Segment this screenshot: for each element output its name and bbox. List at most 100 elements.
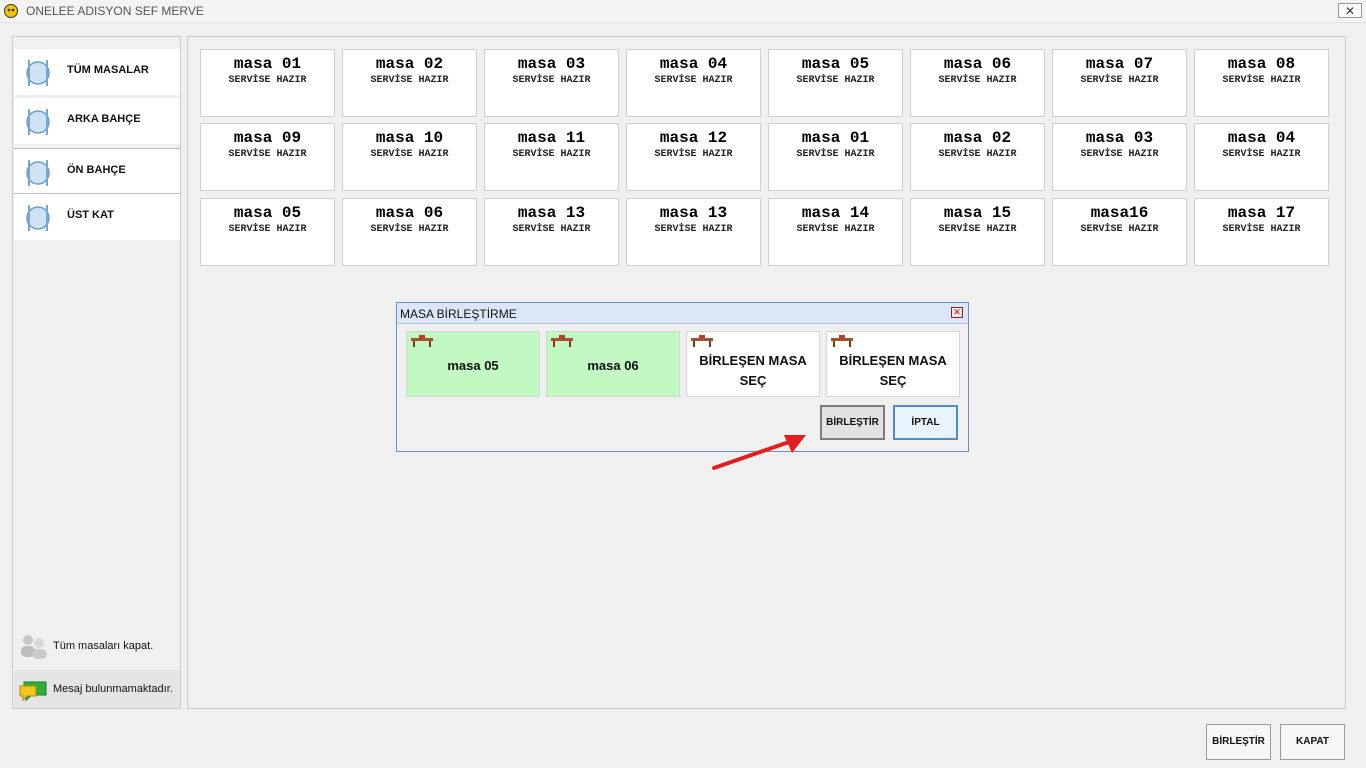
sidebar-item-label: ARKA BAHÇE (67, 113, 141, 125)
table-card[interactable]: masa 17 SERVİSE HAZIR (1194, 198, 1329, 266)
table-status: SERVİSE HAZIR (654, 224, 733, 235)
sidebar-item-arka-bahce[interactable]: ARKA BAHÇE (14, 98, 180, 144)
close-all-tables-label: Tüm masaları kapat. (53, 640, 154, 652)
table-status: SERVİSE HAZIR (370, 224, 449, 235)
table-card[interactable]: masa 01 SERVİSE HAZIR (200, 49, 335, 117)
table-card[interactable]: masa 14 SERVİSE HAZIR (768, 198, 903, 266)
app-logo-icon (4, 4, 18, 18)
table-card[interactable]: masa 11 SERVİSE HAZIR (484, 123, 619, 191)
table-name: masa 07 (1085, 55, 1154, 73)
table-status: SERVİSE HAZIR (370, 75, 449, 86)
table-name: masa 04 (1227, 129, 1296, 147)
restaurant-icon (26, 60, 50, 86)
table-card[interactable]: masa 13 SERVİSE HAZIR (626, 198, 761, 266)
merge-tables-dialog: MASA BİRLEŞTİRME ✕ masa 05 masa 06 BİRLE… (396, 302, 969, 452)
table-card[interactable]: masa 06 SERVİSE HAZIR (910, 49, 1045, 117)
table-status: SERVİSE HAZIR (512, 224, 591, 235)
table-card[interactable]: masa 08 SERVİSE HAZIR (1194, 49, 1329, 117)
table-card[interactable]: masa 05 SERVİSE HAZIR (200, 198, 335, 266)
table-chairs-icon (411, 335, 433, 347)
card-label: masa 05 (447, 358, 499, 373)
sidebar-item-label: ÜST KAT (67, 209, 114, 221)
chat-bubble-icon (19, 681, 47, 702)
select-merge-table-card[interactable]: BİRLEŞEN MASA SEÇ (686, 331, 820, 397)
table-card[interactable]: masa 01 SERVİSE HAZIR (768, 123, 903, 191)
red-arrow-annotation (712, 435, 806, 470)
table-card[interactable]: masa 12 SERVİSE HAZIR (626, 123, 761, 191)
table-name: masa 13 (659, 204, 728, 222)
dialog-cancel-button[interactable]: İPTAL (893, 405, 958, 440)
table-status: SERVİSE HAZIR (654, 75, 733, 86)
table-name: masa 08 (1227, 55, 1296, 73)
table-card[interactable]: masa 02 SERVİSE HAZIR (342, 49, 477, 117)
table-status: SERVİSE HAZIR (1222, 149, 1301, 160)
table-card[interactable]: masa 03 SERVİSE HAZIR (1052, 123, 1187, 191)
window-close-button[interactable]: ✕ (1338, 3, 1362, 18)
table-card[interactable]: masa 09 SERVİSE HAZIR (200, 123, 335, 191)
table-card[interactable]: masa 05 SERVİSE HAZIR (768, 49, 903, 117)
dialog-close-button[interactable]: ✕ (951, 307, 963, 318)
dialog-merge-button[interactable]: BİRLEŞTİR (820, 405, 885, 440)
table-status: SERVİSE HAZIR (938, 149, 1017, 160)
table-status: SERVİSE HAZIR (370, 149, 449, 160)
table-name: masa16 (1090, 204, 1149, 222)
table-card[interactable]: masa 04 SERVİSE HAZIR (626, 49, 761, 117)
selected-table-card[interactable]: masa 05 (406, 331, 540, 397)
card-label-line1: BİRLEŞEN MASA (699, 353, 807, 368)
table-name: masa 13 (517, 204, 586, 222)
table-card[interactable]: masa 07 SERVİSE HAZIR (1052, 49, 1187, 117)
table-card[interactable]: masa 13 SERVİSE HAZIR (484, 198, 619, 266)
table-status: SERVİSE HAZIR (796, 224, 875, 235)
sidebar-item-on-bahce[interactable]: ÖN BAHÇE (14, 148, 180, 195)
table-status: SERVİSE HAZIR (796, 149, 875, 160)
table-card[interactable]: masa16 SERVİSE HAZIR (1052, 198, 1187, 266)
close-all-tables-link[interactable]: Tüm masaları kapat. (14, 627, 180, 665)
table-card[interactable]: masa 02 SERVİSE HAZIR (910, 123, 1045, 191)
table-name: masa 06 (943, 55, 1012, 73)
selected-table-card[interactable]: masa 06 (546, 331, 680, 397)
users-icon (21, 635, 47, 659)
table-status: SERVİSE HAZIR (1222, 75, 1301, 86)
table-status: SERVİSE HAZIR (228, 75, 307, 86)
table-card[interactable]: masa 15 SERVİSE HAZIR (910, 198, 1045, 266)
table-name: masa 04 (659, 55, 728, 73)
window-title: ONELEE ADISYON SEF MERVE (26, 4, 204, 18)
sidebar-item-tum-masalar[interactable]: TÜM MASALAR (14, 49, 180, 95)
card-label: BİRLEŞEN MASA SEÇ (827, 351, 959, 391)
close-button[interactable]: KAPAT (1280, 724, 1345, 760)
table-card[interactable]: masa 03 SERVİSE HAZIR (484, 49, 619, 117)
card-label: masa 06 (587, 358, 639, 373)
table-name: masa 02 (943, 129, 1012, 147)
table-name: masa 03 (1085, 129, 1154, 147)
table-status: SERVİSE HAZIR (1080, 75, 1159, 86)
card-label-line1: BİRLEŞEN MASA (839, 353, 947, 368)
table-name: masa 01 (801, 129, 870, 147)
card-label: BİRLEŞEN MASA SEÇ (687, 351, 819, 391)
table-card[interactable]: masa 10 SERVİSE HAZIR (342, 123, 477, 191)
sidebar-item-label: TÜM MASALAR (67, 64, 149, 76)
select-merge-table-card[interactable]: BİRLEŞEN MASA SEÇ (826, 331, 960, 397)
table-status: SERVİSE HAZIR (512, 75, 591, 86)
table-status: SERVİSE HAZIR (512, 149, 591, 160)
table-name: masa 12 (659, 129, 728, 147)
table-status: SERVİSE HAZIR (1080, 149, 1159, 160)
table-card[interactable]: masa 06 SERVİSE HAZIR (342, 198, 477, 266)
merge-button[interactable]: BİRLEŞTİR (1206, 724, 1271, 760)
dialog-title: MASA BİRLEŞTİRME (400, 307, 517, 321)
restaurant-icon (26, 160, 50, 186)
message-status[interactable]: Mesaj bulunmamaktadır. (14, 670, 180, 708)
table-name: masa 15 (943, 204, 1012, 222)
table-name: masa 10 (375, 129, 444, 147)
title-bar: ONELEE ADISYON SEF MERVE ✕ (0, 0, 1366, 23)
dialog-title-bar: MASA BİRLEŞTİRME ✕ (397, 303, 968, 324)
table-name: masa 17 (1227, 204, 1296, 222)
table-name: masa 05 (801, 55, 870, 73)
table-status: SERVİSE HAZIR (1222, 224, 1301, 235)
table-status: SERVİSE HAZIR (228, 224, 307, 235)
table-chairs-icon (831, 335, 853, 347)
table-status: SERVİSE HAZIR (938, 224, 1017, 235)
table-card[interactable]: masa 04 SERVİSE HAZIR (1194, 123, 1329, 191)
sidebar-item-ust-kat[interactable]: ÜST KAT (14, 193, 180, 240)
card-label-line2: SEÇ (739, 373, 767, 388)
card-label-line2: SEÇ (879, 373, 907, 388)
